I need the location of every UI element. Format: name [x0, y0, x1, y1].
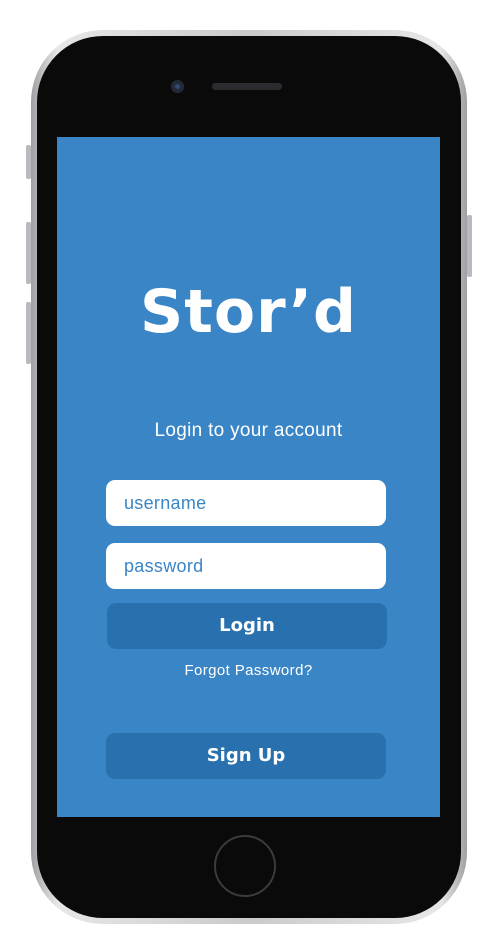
- password-input[interactable]: [106, 543, 386, 589]
- mute-switch: [26, 145, 31, 179]
- front-camera-icon: [171, 80, 184, 93]
- login-subtitle: Login to your account: [154, 420, 343, 441]
- power-button: [467, 215, 472, 277]
- login-button[interactable]: Login: [107, 603, 387, 649]
- earpiece-speaker-icon: [212, 83, 282, 90]
- app-screen: Stor’d Login to your account Login Forgo…: [57, 137, 440, 817]
- volume-up-button: [26, 222, 31, 284]
- app-logo: Stor’d: [140, 277, 357, 347]
- volume-down-button: [26, 302, 31, 364]
- forgot-password-link[interactable]: Forgot Password?: [57, 661, 440, 681]
- home-button-icon[interactable]: [214, 835, 276, 897]
- username-input[interactable]: [106, 480, 386, 526]
- sign-up-button[interactable]: Sign Up: [106, 733, 386, 779]
